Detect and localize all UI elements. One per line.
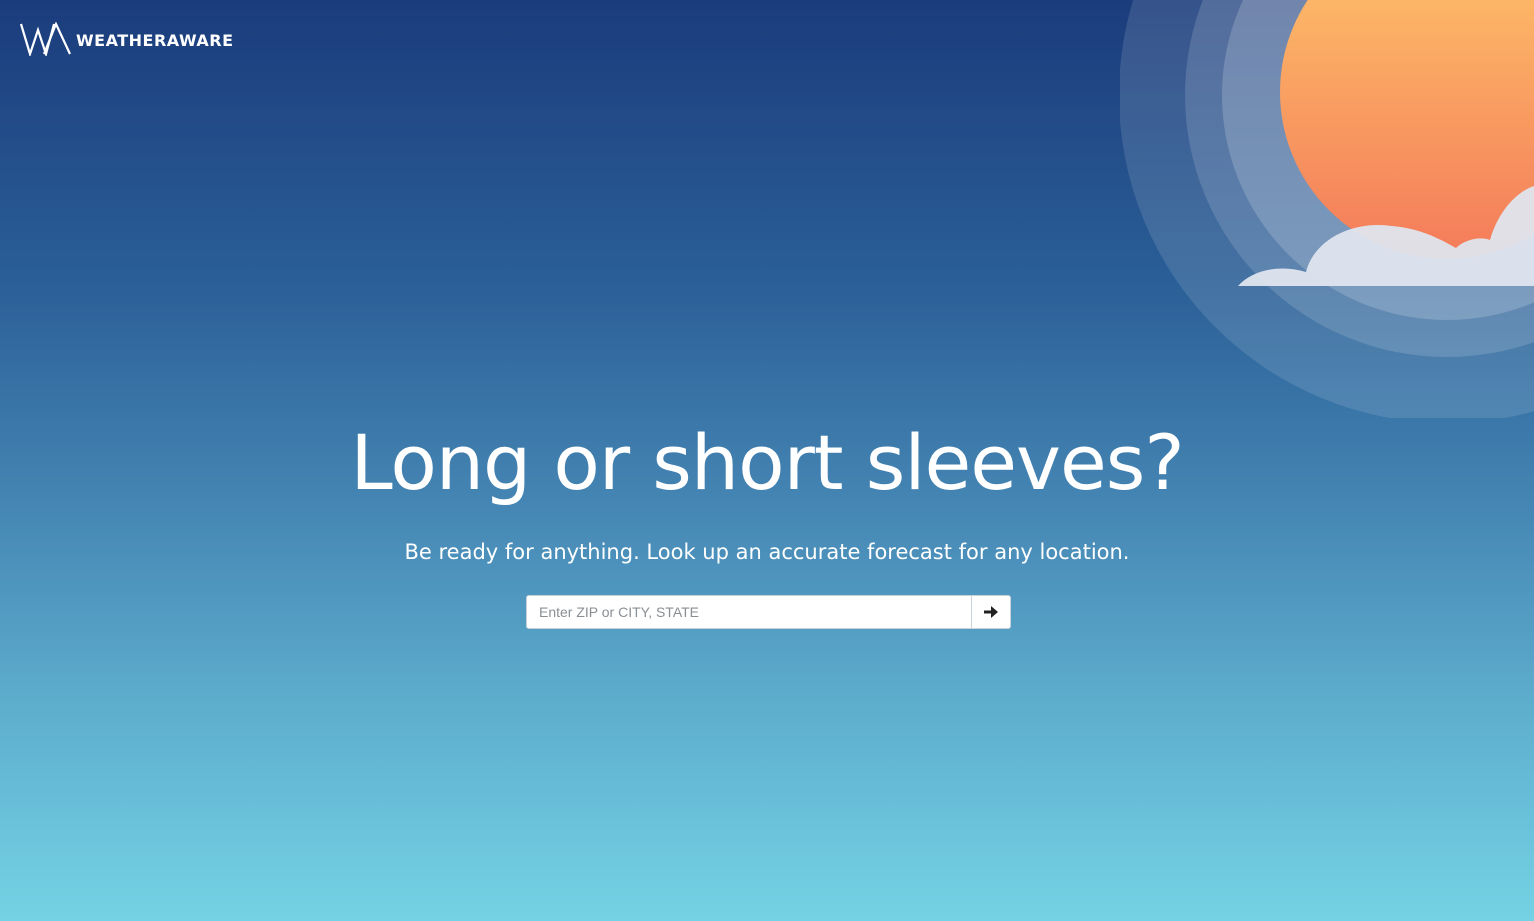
- hero-subtitle: Be ready for anything. Look up an accura…: [404, 540, 1130, 564]
- search-submit-button[interactable]: [971, 596, 1010, 628]
- location-search-form: [526, 595, 1011, 629]
- brand-logo[interactable]: WEATHERAWARE: [20, 22, 234, 56]
- wa-monogram-icon: [20, 22, 71, 56]
- sun-behind-cloud-illustration: [1120, 0, 1534, 418]
- brand-name: WEATHERAWARE: [76, 30, 234, 50]
- hero-title: Long or short sleeves?: [350, 418, 1184, 507]
- arrow-right-icon: [984, 606, 998, 618]
- location-search-input[interactable]: [527, 596, 971, 628]
